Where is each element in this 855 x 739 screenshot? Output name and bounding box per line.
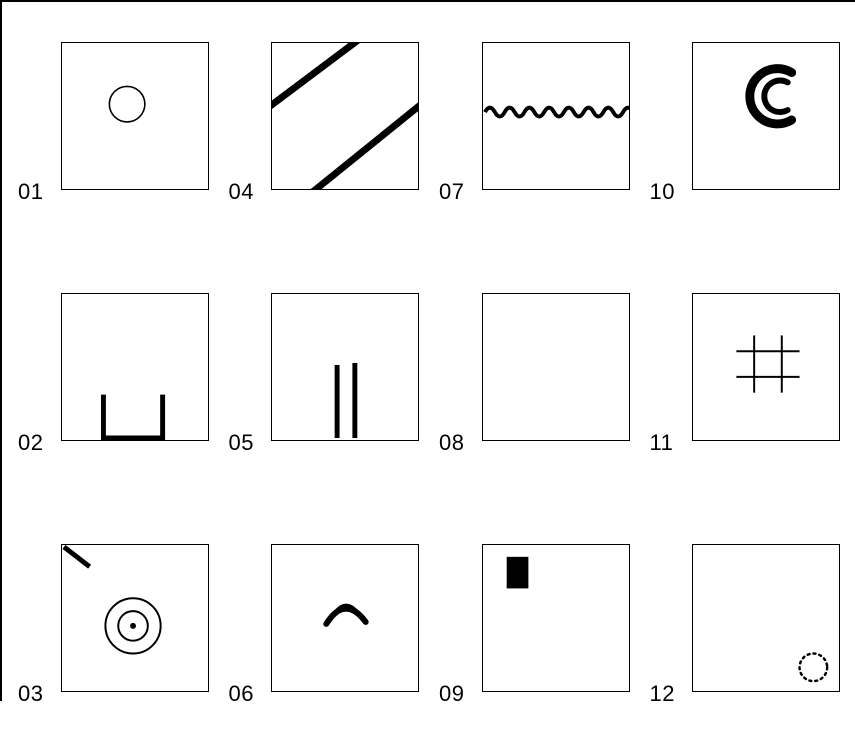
tile-11 [692, 293, 840, 441]
index-label-11: 11 [650, 432, 674, 454]
index-label-07: 07 [439, 181, 464, 203]
tile-04 [271, 42, 419, 190]
tile-12 [692, 544, 840, 692]
index-label-04: 04 [229, 181, 254, 203]
tile-grid: 01 04 07 10 02 05 08 11 [20, 42, 840, 739]
tile-06 [271, 544, 419, 692]
cell-06: 06 [231, 544, 420, 739]
index-label-06: 06 [229, 683, 254, 705]
cell-08: 08 [441, 293, 630, 488]
index-label-09: 09 [439, 683, 464, 705]
cell-02: 02 [20, 293, 209, 488]
index-label-12: 12 [650, 683, 675, 705]
page-frame: 01 04 07 10 02 05 08 11 [0, 0, 855, 701]
cell-01: 01 [20, 42, 209, 237]
tile-02 [61, 293, 209, 441]
cell-03: 03 [20, 544, 209, 739]
cell-05: 05 [231, 293, 420, 488]
index-label-10: 10 [650, 181, 675, 203]
cell-09: 09 [441, 544, 630, 739]
cell-10: 10 [652, 42, 841, 237]
index-label-08: 08 [439, 432, 464, 454]
index-label-02: 02 [18, 432, 43, 454]
tile-09 [482, 544, 630, 692]
index-label-01: 01 [18, 181, 43, 203]
tile-03 [61, 544, 209, 692]
cell-12: 12 [652, 544, 841, 739]
cell-07: 07 [441, 42, 630, 237]
cell-04: 04 [231, 42, 420, 237]
index-label-03: 03 [18, 683, 43, 705]
tile-10 [692, 42, 840, 190]
index-label-05: 05 [229, 432, 254, 454]
tile-08 [482, 293, 630, 441]
tile-01 [61, 42, 209, 190]
tile-05 [271, 293, 419, 441]
tile-07 [482, 42, 630, 190]
cell-11: 11 [652, 293, 841, 488]
